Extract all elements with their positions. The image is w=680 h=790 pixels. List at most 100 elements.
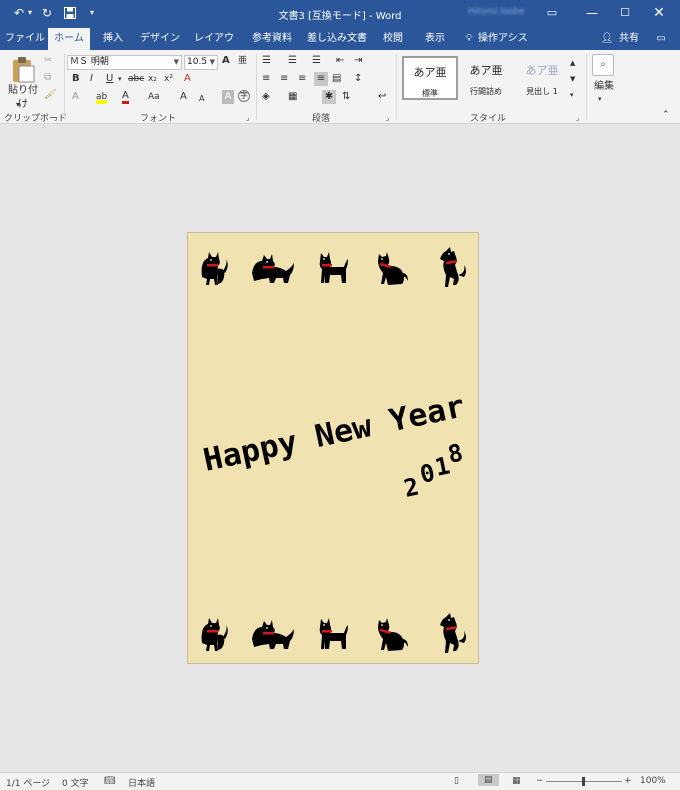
styles-scroll-up-icon[interactable]: ▲ — [570, 56, 575, 70]
title-bar: ↶ ▾ ↻ ▾ 文書3 [互換モード] - Word Hitomi Isobe … — [0, 0, 680, 28]
word-count[interactable]: 0 文字 — [62, 776, 89, 789]
maximize-icon[interactable]: ☐ — [614, 4, 636, 22]
tab-view[interactable]: 表示 — [418, 28, 452, 50]
clear-formatting-icon[interactable]: A — [222, 54, 230, 68]
enclose-characters-icon[interactable]: 字 — [238, 90, 250, 102]
align-right-icon[interactable]: ≡ — [298, 72, 306, 86]
styles-scroll-down-icon[interactable]: ▼ — [570, 72, 575, 86]
sort-icon[interactable]: ⇅ — [342, 90, 350, 104]
tab-insert[interactable]: 挿入 — [96, 28, 130, 50]
underline-button[interactable]: U — [106, 72, 113, 86]
page-count[interactable]: 1/1 ページ — [6, 776, 50, 789]
line-spacing-icon[interactable]: ↕ — [354, 72, 362, 86]
cut-icon[interactable]: ✂ — [44, 54, 52, 68]
status-bar: 1/1 ページ 0 文字 📖︎ 日本語 ▯ ▤ ▦ − + 100% — [0, 772, 680, 790]
tab-file[interactable]: ファイル — [4, 28, 46, 50]
read-mode-icon[interactable]: ▯ — [454, 776, 459, 786]
decrease-indent-icon[interactable]: ⇤ — [336, 54, 344, 68]
zoom-slider-thumb[interactable] — [582, 777, 585, 786]
document-canvas[interactable]: ↵ — [0, 124, 680, 772]
styles-more-icon[interactable]: ▾ — [570, 88, 574, 102]
style-sample: あア亜 — [413, 66, 447, 79]
zoom-level[interactable]: 100% — [640, 776, 666, 786]
tell-me-search[interactable]: 操作アシスト — [478, 28, 536, 66]
format-painter-icon[interactable]: 🖌︎ — [44, 88, 57, 102]
ribbon-display-options-icon[interactable]: ▭ — [541, 4, 563, 22]
styles-group-label: スタイル — [470, 114, 507, 124]
align-left-icon[interactable]: ≡ — [262, 72, 270, 86]
clipboard-launcher-icon[interactable]: ⌟ — [54, 111, 57, 125]
editing-button[interactable]: 編集 — [590, 80, 618, 94]
increase-indent-icon[interactable]: ⇥ — [354, 54, 362, 68]
tab-layout[interactable]: レイアウト — [190, 28, 238, 66]
print-layout-icon[interactable]: ▤ — [478, 774, 499, 786]
strikethrough-button[interactable]: abc — [128, 72, 144, 86]
paste-dropdown-icon[interactable]: ▾ — [16, 98, 20, 112]
text-effects-button[interactable]: A — [72, 90, 79, 104]
minimize-icon[interactable]: — — [581, 4, 603, 22]
copy-icon[interactable]: ⧉ — [44, 71, 51, 85]
font-launcher-icon[interactable]: ⌟ — [246, 111, 249, 125]
phonetic-guide-icon[interactable]: 亜 — [238, 54, 247, 68]
close-icon[interactable]: ✕ — [648, 4, 670, 22]
dog-illustration — [440, 247, 466, 287]
separator — [256, 54, 257, 120]
language[interactable]: 日本語 — [128, 776, 155, 789]
share-button[interactable]: 共有 — [616, 28, 642, 50]
underline-dropdown-icon[interactable]: ▾ — [118, 72, 122, 86]
find-icon[interactable]: ⌕ — [592, 54, 614, 76]
postcard-page[interactable]: Happy New Year 2 0 1 8 — [187, 232, 479, 664]
highlight-button[interactable]: ab — [96, 90, 108, 104]
style-sample: あア亜 — [469, 64, 503, 77]
dog-illustration — [440, 613, 466, 653]
shrink-font-button[interactable]: A — [199, 92, 204, 106]
change-case-button[interactable]: Aa — [148, 90, 160, 104]
clipboard-group-label: クリップボード — [4, 114, 68, 124]
show-hide-marks-icon[interactable]: ✱ — [322, 90, 336, 104]
styles-launcher-icon[interactable]: ⌟ — [576, 111, 579, 125]
tab-mailings[interactable]: 差し込み文書 — [306, 28, 368, 50]
share-person-icon[interactable]: 👤︎ — [600, 28, 614, 50]
borders-icon[interactable]: ▦ — [288, 90, 297, 104]
paragraph-launcher-icon[interactable]: ⌟ — [386, 111, 389, 125]
character-shading-icon[interactable]: A — [222, 90, 234, 104]
font-size-select[interactable]: 10.5 ▼ — [184, 55, 218, 70]
numbering-icon[interactable]: ☰ — [288, 54, 297, 68]
comments-icon[interactable]: ▭ — [652, 28, 670, 50]
zoom-out-icon[interactable]: − — [536, 776, 544, 786]
style-normal[interactable]: あア亜 標準 — [402, 56, 458, 100]
style-name: 行間詰め — [470, 87, 502, 96]
superscript-button[interactable]: x² — [164, 72, 173, 86]
style-no-spacing[interactable]: あア亜 行間詰め — [458, 56, 514, 100]
collapse-ribbon-icon[interactable]: ⌃ — [662, 108, 670, 122]
italic-button[interactable]: I — [90, 72, 93, 86]
bold-button[interactable]: B — [72, 72, 80, 86]
tab-review[interactable]: 校閲 — [376, 28, 410, 50]
paste-icon[interactable] — [10, 56, 36, 84]
style-sample: あア亜 — [525, 64, 559, 77]
paste-button-label[interactable]: 貼り付け — [4, 84, 42, 112]
tab-references[interactable]: 参考資料 — [246, 28, 298, 50]
text-effects-icon[interactable]: A — [184, 72, 191, 86]
distributed-icon[interactable]: ▤ — [332, 72, 341, 86]
subscript-button[interactable]: x₂ — [148, 72, 157, 86]
justify-icon[interactable]: ≡ — [314, 72, 328, 86]
font-color-button[interactable]: A — [122, 90, 129, 104]
user-name[interactable]: Hitomi Isobe — [468, 7, 525, 17]
align-center-icon[interactable]: ≡ — [280, 72, 288, 86]
shading-icon[interactable]: ◈ — [262, 90, 270, 104]
bullets-icon[interactable]: ☰ — [262, 54, 271, 68]
tab-design[interactable]: デザイン — [138, 28, 182, 50]
editing-dropdown-icon[interactable]: ▾ — [598, 92, 602, 106]
style-heading-1[interactable]: あア亜 見出し 1 — [514, 56, 570, 100]
asian-layout-icon[interactable]: ↩ — [378, 90, 386, 104]
zoom-in-icon[interactable]: + — [624, 776, 632, 786]
web-layout-icon[interactable]: ▦ — [512, 776, 521, 786]
multilevel-list-icon[interactable]: ☰ — [312, 54, 321, 68]
tab-home[interactable]: ホーム — [48, 28, 90, 50]
dog-illustration — [378, 618, 408, 651]
font-name-select[interactable]: ＭＳ 明朝 ▼ — [67, 55, 182, 70]
grow-font-button[interactable]: A — [180, 90, 187, 104]
proofing-icon[interactable]: 📖︎ — [104, 776, 115, 786]
separator — [64, 54, 65, 120]
